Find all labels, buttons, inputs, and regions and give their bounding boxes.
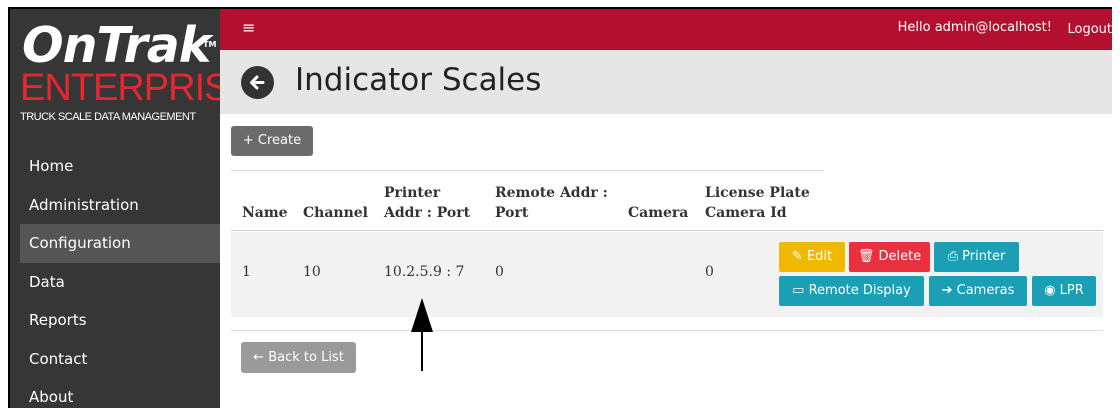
cell-name: 1 xyxy=(242,264,251,280)
header-printer-line1: Printer xyxy=(384,185,441,201)
header-channel: Channel xyxy=(303,205,368,221)
sidebar: OnTrak TM ENTERPRISE TRUCK SCALE DATA MA… xyxy=(10,9,254,408)
delete-label: Delete xyxy=(878,249,922,264)
table-bottom-divider xyxy=(231,330,1103,331)
ontrak-logo: OnTrak TM ENTERPRISE TRUCK SCALE DATA MA… xyxy=(18,17,254,125)
logout-link[interactable]: Logout xyxy=(1067,22,1112,37)
logo-tagline: TRUCK SCALE DATA MANAGEMENT xyxy=(20,111,196,123)
edit-label: Edit xyxy=(806,249,833,264)
remote-display-button[interactable]: ▭ Remote Display xyxy=(779,276,924,306)
delete-button[interactable]: 🗑 Delete xyxy=(849,242,930,272)
cell-remote-addr: 0 xyxy=(495,264,504,280)
sidebar-item-reports[interactable]: Reports xyxy=(10,301,220,340)
page-header: Indicator Scales xyxy=(220,50,1112,114)
header-remote-line1: Remote Addr : xyxy=(495,185,608,201)
lpr-button[interactable]: ◉ LPR xyxy=(1032,276,1096,306)
back-to-list-button[interactable]: ← Back to List xyxy=(241,342,356,373)
back-arrow-icon[interactable] xyxy=(241,66,274,99)
app-window: OnTrak TM ENTERPRISE TRUCK SCALE DATA MA… xyxy=(8,7,1112,408)
logo-trademark: TM xyxy=(203,40,217,49)
printer-label: Printer xyxy=(962,249,1006,264)
create-button[interactable]: + Create xyxy=(231,126,313,156)
top-navbar: ≡ Hello admin@localhost! Logout xyxy=(220,9,1112,50)
sidebar-item-home[interactable]: Home xyxy=(10,147,220,186)
cameras-button[interactable]: ➔ Cameras xyxy=(929,276,1027,306)
trash-icon: 🗑 xyxy=(857,249,875,264)
printer-icon: ⎙ xyxy=(947,249,958,264)
sidebar-nav: Home Administration Configuration Data R… xyxy=(10,147,220,408)
table-top-divider xyxy=(231,170,824,171)
sidebar-item-administration[interactable]: Administration xyxy=(10,186,220,225)
cell-printer-addr: 10.2.5.9 : 7 xyxy=(384,264,465,280)
user-greeting: Hello admin@localhost! xyxy=(897,20,1052,35)
remote-display-label: Remote Display xyxy=(808,283,911,298)
cell-lpr-camera-id: 0 xyxy=(705,264,714,280)
hamburger-menu-icon[interactable]: ≡ xyxy=(242,18,255,37)
camera-icon: ◉ xyxy=(1044,283,1056,298)
lpr-label: LPR xyxy=(1059,283,1084,298)
header-lpr-line2: Camera Id xyxy=(705,205,787,221)
sidebar-item-contact[interactable]: Contact xyxy=(10,340,220,379)
edit-icon: ✎ xyxy=(791,249,803,264)
sidebar-item-data[interactable]: Data xyxy=(10,263,220,302)
page-title: Indicator Scales xyxy=(295,62,542,98)
arrow-circle-right-icon: ➔ xyxy=(941,283,953,298)
cell-channel: 10 xyxy=(303,264,321,280)
header-lpr-line1: License Plate xyxy=(705,185,810,201)
header-printer-line2: Addr : Port xyxy=(384,205,471,221)
header-camera: Camera xyxy=(628,205,689,221)
logo-enterprise: ENTERPRISE xyxy=(20,67,254,109)
header-divider xyxy=(231,230,1103,231)
sidebar-item-configuration[interactable]: Configuration xyxy=(20,224,220,263)
header-remote-line2: Port xyxy=(495,205,529,221)
sidebar-item-about[interactable]: About xyxy=(10,378,220,408)
cameras-label: Cameras xyxy=(956,283,1015,298)
printer-button[interactable]: ⎙ Printer xyxy=(934,242,1019,272)
annotation-arrow-icon xyxy=(410,298,434,376)
monitor-icon: ▭ xyxy=(792,283,805,298)
header-name: Name xyxy=(242,205,288,221)
edit-button[interactable]: ✎ Edit xyxy=(779,242,845,272)
